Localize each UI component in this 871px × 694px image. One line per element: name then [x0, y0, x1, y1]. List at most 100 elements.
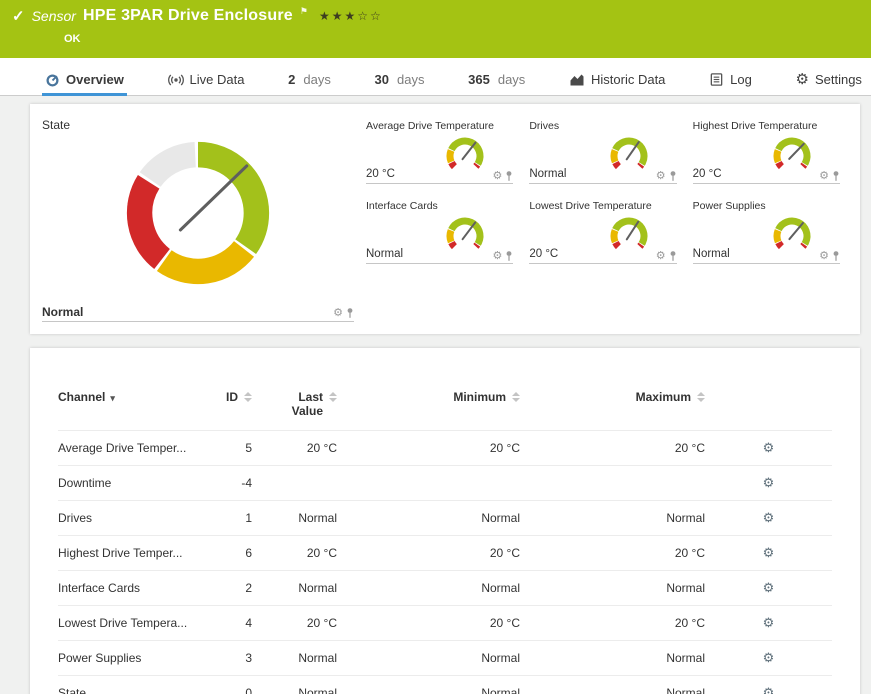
sort-icon[interactable] — [697, 390, 705, 402]
tab-settings[interactable]: ⚙ Settings — [793, 66, 865, 96]
gear-icon[interactable]: ⚙ — [492, 171, 502, 182]
tab-365-days[interactable]: 365 days — [465, 66, 528, 96]
channel-name[interactable]: Interface Cards — [58, 571, 198, 606]
channel-settings-icon[interactable]: ⚙ — [763, 440, 775, 455]
mini-gauge-title: Highest Drive Temperature — [693, 120, 840, 132]
mini-gauge — [605, 133, 653, 177]
col-label: Channel — [58, 390, 105, 404]
mini-gauge-title: Lowest Drive Temperature — [529, 200, 676, 212]
channel-minimum: 20 °C — [337, 536, 520, 571]
flag-icon[interactable]: ⚑ — [300, 6, 308, 17]
state-gauge — [113, 132, 283, 294]
channel-id: 3 — [198, 641, 252, 676]
channel-maximum: 20 °C — [520, 606, 705, 641]
state-gauge-needle — [180, 166, 246, 230]
gauge-average-drive-temperature: Average Drive Temperature 20 °C ⚙ — [366, 120, 513, 184]
pin-icon[interactable] — [346, 307, 354, 319]
tab-2-days[interactable]: 2 days — [285, 66, 334, 96]
channel-id: 5 — [198, 431, 252, 466]
sort-icon[interactable] — [244, 390, 252, 402]
gear-icon[interactable]: ⚙ — [819, 251, 829, 262]
priority-stars[interactable]: ★★★☆☆ — [319, 9, 383, 23]
channel-settings-icon[interactable]: ⚙ — [763, 475, 775, 490]
channels-panel: Channel▾ ID Last Value Minimum Maximum — [30, 348, 860, 694]
tab-historic-data[interactable]: Historic Data — [566, 66, 668, 96]
gear-icon[interactable]: ⚙ — [656, 171, 666, 182]
tab-label-unit: days — [498, 72, 525, 87]
channel-id: 1 — [198, 501, 252, 536]
channel-id: -4 — [198, 466, 252, 501]
channel-name[interactable]: State — [58, 676, 198, 694]
mini-gauge-title: Interface Cards — [366, 200, 513, 212]
channel-settings-icon[interactable]: ⚙ — [763, 615, 775, 630]
col-label: Minimum — [453, 390, 506, 404]
tab-30-days[interactable]: 30 days — [372, 66, 428, 96]
channel-maximum: Normal — [520, 641, 705, 676]
log-icon — [709, 72, 724, 87]
channel-id: 4 — [198, 606, 252, 641]
tab-label: 30 — [375, 72, 389, 87]
channel-name[interactable]: Highest Drive Temper... — [58, 536, 198, 571]
channel-name[interactable]: Lowest Drive Tempera... — [58, 606, 198, 641]
table-row[interactable]: State 0 Normal Normal Normal ⚙ — [58, 676, 832, 694]
tab-label: Overview — [66, 72, 124, 87]
pin-icon[interactable] — [505, 250, 513, 262]
channel-id: 2 — [198, 571, 252, 606]
tab-label: Historic Data — [591, 72, 665, 87]
mini-gauge-value: Normal — [693, 248, 730, 260]
pin-icon[interactable] — [832, 250, 840, 262]
pin-icon[interactable] — [832, 170, 840, 182]
table-row[interactable]: Highest Drive Temper... 6 20 °C 20 °C 20… — [58, 536, 832, 571]
gauge-drives: Drives Normal ⚙ — [529, 120, 676, 184]
channel-name[interactable]: Power Supplies — [58, 641, 198, 676]
table-row[interactable]: Average Drive Temper... 5 20 °C 20 °C 20… — [58, 431, 832, 466]
pin-icon[interactable] — [669, 170, 677, 182]
col-last-value[interactable]: Last Value — [252, 388, 337, 431]
gear-icon[interactable]: ⚙ — [819, 171, 829, 182]
gauge-highest-drive-temperature: Highest Drive Temperature 20 °C ⚙ — [693, 120, 840, 184]
mini-gauge-title: Average Drive Temperature — [366, 120, 513, 132]
channel-settings-icon[interactable]: ⚙ — [763, 580, 775, 595]
table-row[interactable]: Interface Cards 2 Normal Normal Normal ⚙ — [58, 571, 832, 606]
channel-minimum: Normal — [337, 501, 520, 536]
tab-overview[interactable]: Overview — [42, 66, 127, 96]
channel-name[interactable]: Drives — [58, 501, 198, 536]
gear-icon[interactable]: ⚙ — [656, 251, 666, 262]
sort-icon[interactable] — [329, 390, 337, 402]
table-row[interactable]: Drives 1 Normal Normal Normal ⚙ — [58, 501, 832, 536]
tab-log[interactable]: Log — [706, 66, 755, 96]
mini-gauge-value: 20 °C — [366, 168, 395, 180]
gear-icon[interactable]: ⚙ — [492, 251, 502, 262]
tab-live-data[interactable]: Live Data — [165, 66, 248, 96]
channel-id: 0 — [198, 676, 252, 694]
channel-settings-icon[interactable]: ⚙ — [763, 650, 775, 665]
channel-maximum: Normal — [520, 571, 705, 606]
state-gauge-footer: Normal ⚙ — [42, 305, 354, 322]
tab-label: Live Data — [190, 72, 245, 87]
channel-settings-icon[interactable]: ⚙ — [763, 685, 775, 694]
channel-maximum — [520, 466, 705, 501]
channel-maximum: Normal — [520, 501, 705, 536]
col-channel[interactable]: Channel▾ — [58, 388, 198, 431]
channel-name[interactable]: Average Drive Temper... — [58, 431, 198, 466]
table-row[interactable]: Power Supplies 3 Normal Normal Normal ⚙ — [58, 641, 832, 676]
mini-gauge — [768, 213, 816, 257]
gear-icon[interactable]: ⚙ — [333, 308, 343, 319]
sort-icon[interactable] — [512, 390, 520, 402]
channel-minimum: Normal — [337, 676, 520, 694]
channel-settings-icon[interactable]: ⚙ — [763, 510, 775, 525]
tab-label: Log — [730, 72, 752, 87]
channel-settings-icon[interactable]: ⚙ — [763, 545, 775, 560]
pin-icon[interactable] — [505, 170, 513, 182]
col-maximum[interactable]: Maximum — [520, 388, 705, 431]
channel-name[interactable]: Downtime — [58, 466, 198, 501]
historic-data-icon — [569, 72, 585, 87]
table-row[interactable]: Downtime -4 ⚙ — [58, 466, 832, 501]
channel-last-value: 20 °C — [252, 536, 337, 571]
col-id[interactable]: ID — [198, 388, 252, 431]
channel-maximum: 20 °C — [520, 536, 705, 571]
col-minimum[interactable]: Minimum — [337, 388, 520, 431]
col-actions — [705, 388, 832, 431]
pin-icon[interactable] — [669, 250, 677, 262]
table-row[interactable]: Lowest Drive Tempera... 4 20 °C 20 °C 20… — [58, 606, 832, 641]
